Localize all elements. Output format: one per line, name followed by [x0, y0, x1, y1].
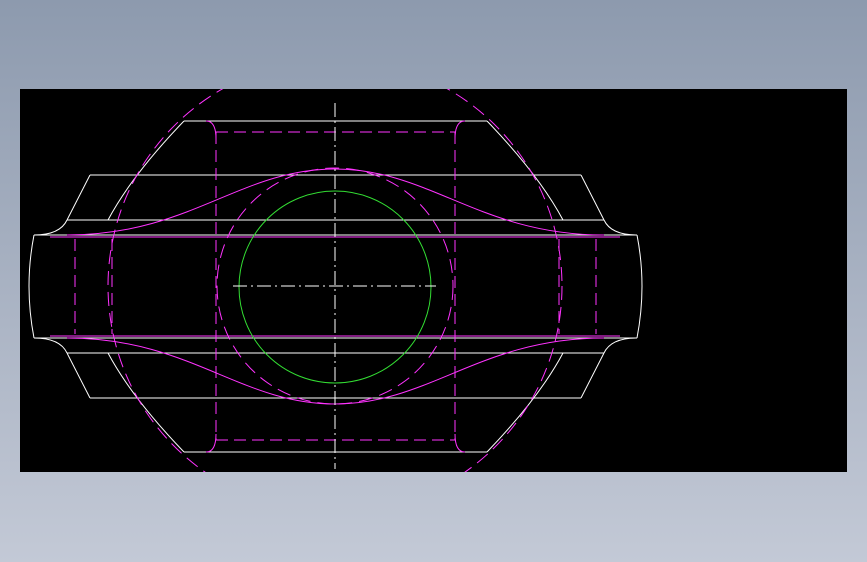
lower-left-fillet — [33, 337, 68, 354]
hidden-corner-tl — [205, 120, 217, 140]
lower-step-right — [580, 352, 605, 399]
top-right-arc — [486, 120, 564, 221]
shaft-right-end — [636, 234, 643, 339]
center-axes — [233, 103, 436, 469]
top-left-arc — [107, 120, 185, 221]
hidden-corner-bl — [205, 433, 217, 453]
cad-drawing — [28, 89, 643, 472]
lower-right-fillet — [603, 337, 638, 354]
hidden-corner-br — [454, 433, 466, 453]
bottom-right-arc — [486, 352, 564, 453]
upper-step-right — [580, 174, 605, 221]
hidden-corner-tr — [454, 120, 466, 140]
bottom-left-arc — [107, 352, 185, 453]
upper-left-fillet — [33, 219, 68, 236]
lower-step-left — [66, 352, 91, 399]
cad-viewport[interactable] — [20, 89, 847, 472]
shaft-left-end — [28, 234, 35, 339]
upper-right-fillet — [603, 219, 638, 236]
upper-step-left — [66, 174, 91, 221]
